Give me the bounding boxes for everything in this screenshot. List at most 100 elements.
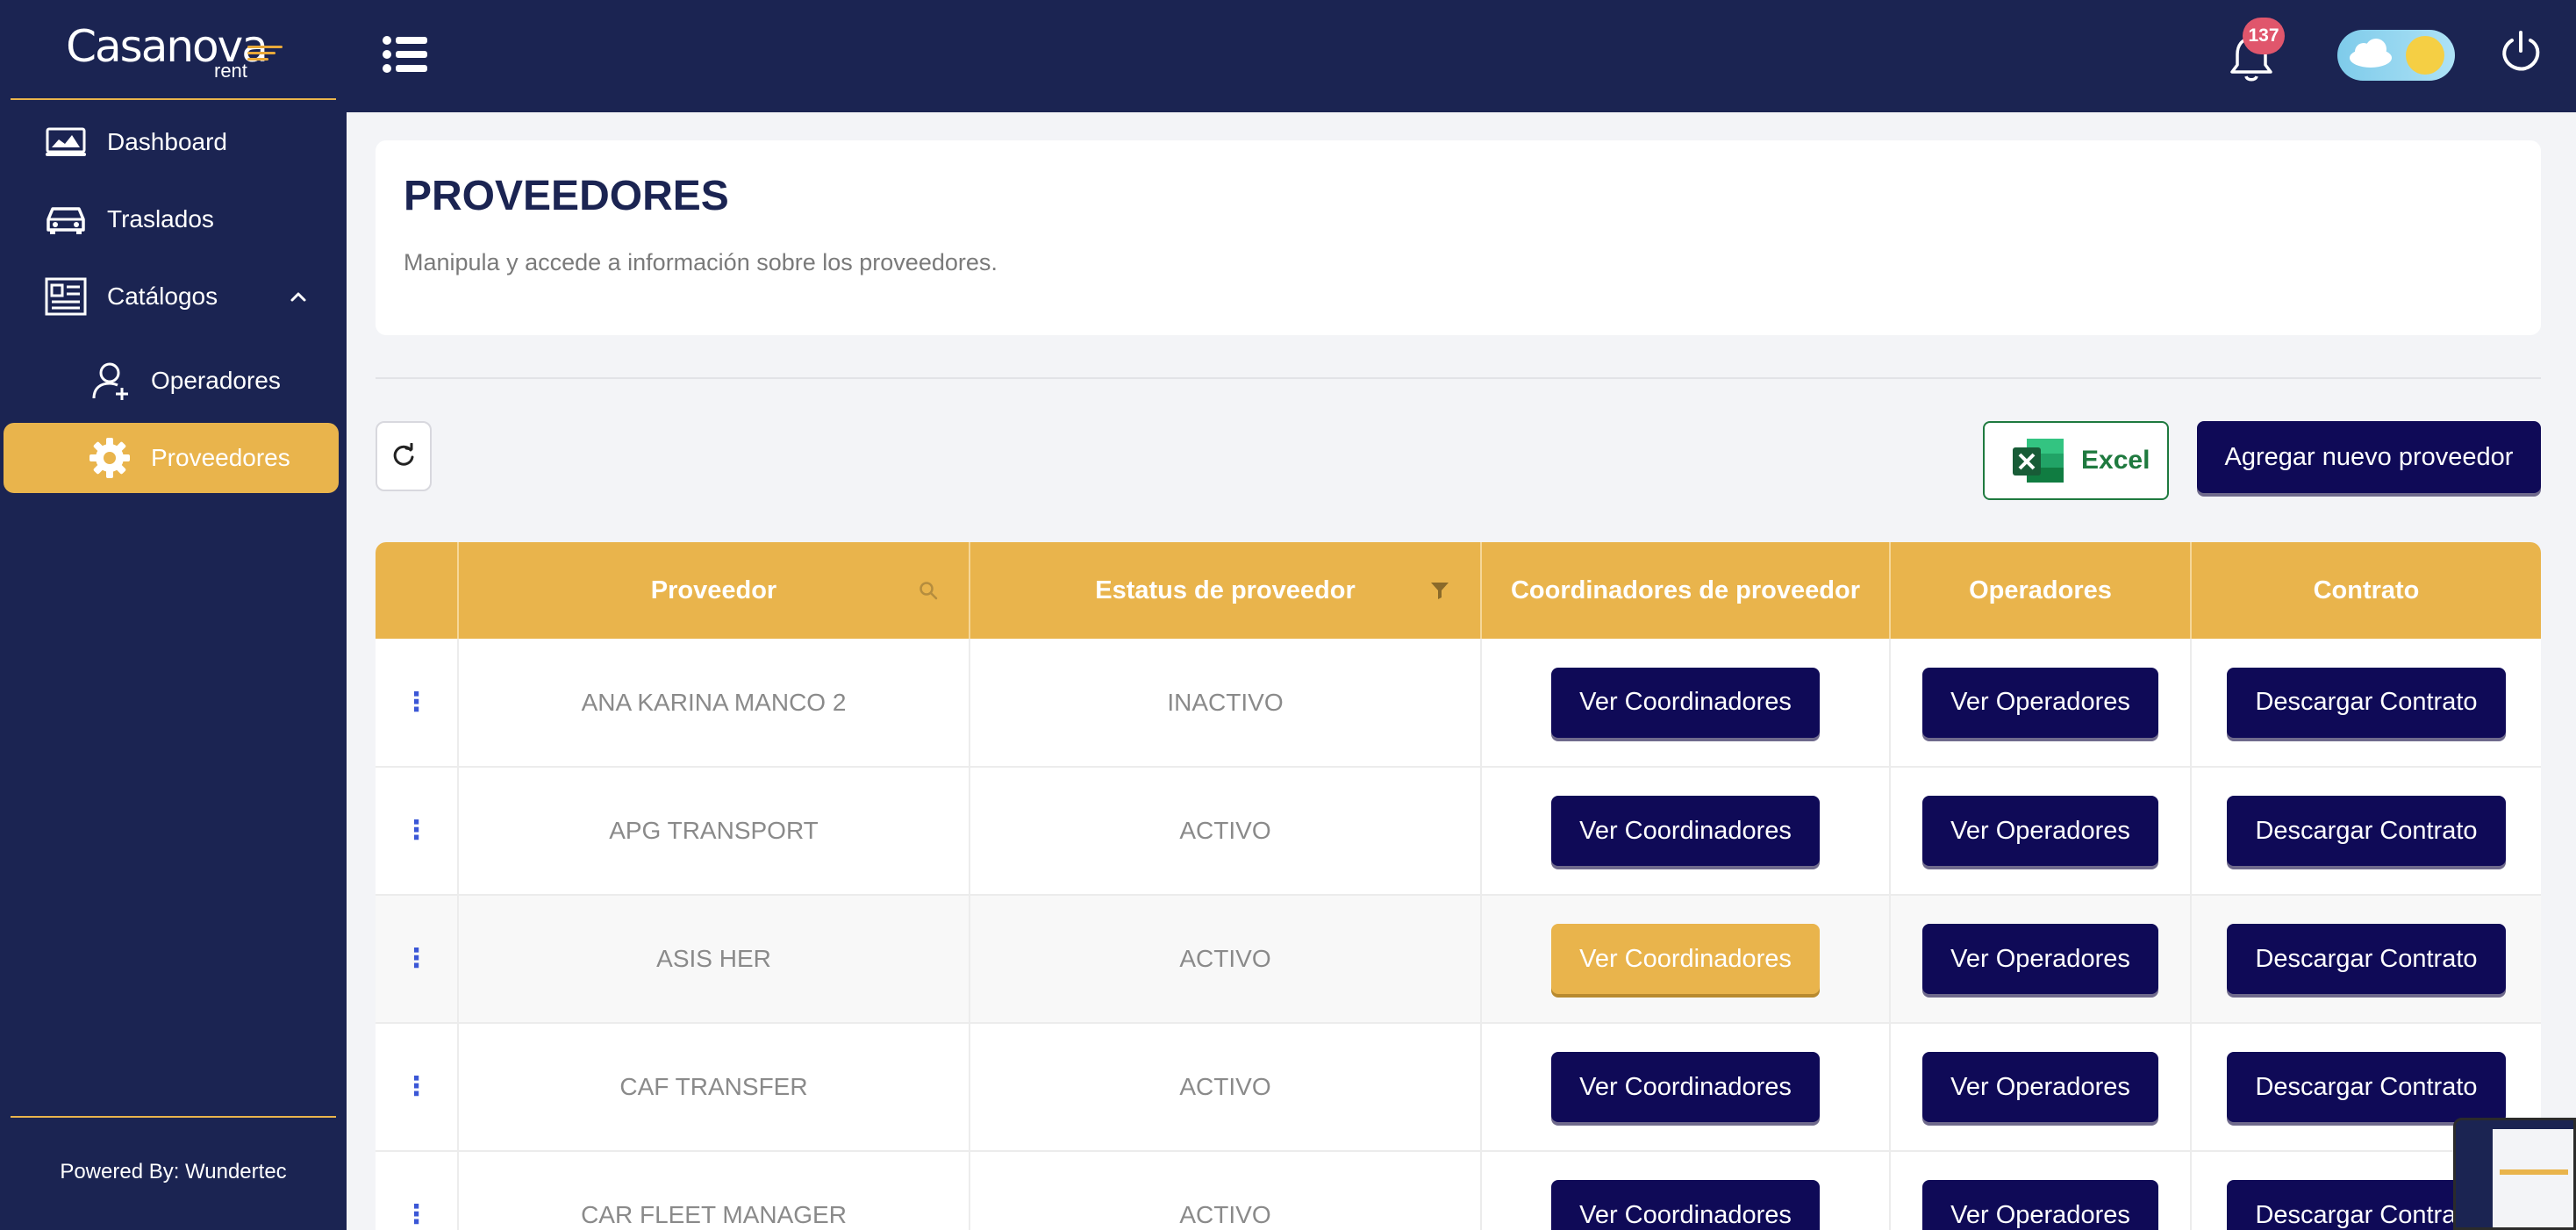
divider <box>11 1116 336 1118</box>
notification-badge: 137 <box>2243 18 2285 54</box>
provider-name-cell: CAR FLEET MANAGER <box>458 1151 970 1230</box>
coordinators-cell: Ver Coordinadores <box>1481 895 1891 1024</box>
view-operators-button[interactable]: Ver Operadores <box>1922 796 2158 866</box>
screen-preview-thumbnail[interactable] <box>2453 1118 2576 1230</box>
menu-list-icon[interactable] <box>382 33 429 75</box>
chevron-up-icon[interactable] <box>285 283 311 310</box>
car-icon <box>44 202 88 237</box>
gear-icon <box>88 438 132 478</box>
contract-cell: Descargar Contrato <box>2191 767 2541 896</box>
column-header-estatus[interactable]: Estatus de proveedor <box>970 542 1482 639</box>
sidebar-item-proveedores[interactable]: Proveedores <box>4 423 339 493</box>
provider-status-cell: ACTIVO <box>970 895 1482 1024</box>
download-contract-button[interactable]: Descargar Contrato <box>2227 667 2506 738</box>
sidebar-item-label: Operadores <box>151 367 281 394</box>
powered-by: Powered By: Wundertec <box>60 1160 287 1184</box>
more-vertical-icon[interactable]: ⋮ <box>404 688 430 717</box>
column-header-label: Proveedor <box>650 576 777 604</box>
sidebar-item-label: Dashboard <box>107 128 227 155</box>
preview-row <box>2500 1169 2568 1175</box>
coordinators-cell: Ver Coordinadores <box>1481 1151 1891 1230</box>
provider-status-cell: INACTIVO <box>970 639 1482 768</box>
download-contract-button[interactable]: Descargar Contrato <box>2227 1052 2506 1122</box>
download-contract-button[interactable]: Descargar Contrato <box>2227 924 2506 994</box>
table-row: ⋮ CAF TRANSFER ACTIVO Ver Coordinadores … <box>376 1023 2541 1152</box>
refresh-button[interactable] <box>376 421 432 491</box>
coordinators-cell: Ver Coordinadores <box>1481 767 1891 896</box>
view-coordinators-button[interactable]: Ver Coordinadores <box>1551 796 1820 866</box>
view-coordinators-button[interactable]: Ver Coordinadores <box>1551 1180 1820 1230</box>
view-coordinators-button[interactable]: Ver Coordinadores <box>1551 1052 1820 1122</box>
more-vertical-icon[interactable]: ⋮ <box>404 944 430 973</box>
add-provider-button[interactable]: Agregar nuevo proveedor <box>2197 421 2541 493</box>
column-header-contrato: Contrato <box>2191 542 2541 639</box>
preview-sidebar <box>2456 1120 2493 1227</box>
row-actions-cell: ⋮ <box>376 895 459 1024</box>
table-row: ⋮ ASIS HER ACTIVO Ver Coordinadores Ver … <box>376 895 2541 1024</box>
logo-lines <box>247 46 283 64</box>
operators-cell: Ver Operadores <box>1890 1151 2192 1230</box>
sidebar-item-label: Proveedores <box>151 444 290 471</box>
sidebar: Casanova rent Dashboard Traslados Catálo… <box>0 0 347 1230</box>
column-header-operadores: Operadores <box>1890 542 2192 639</box>
row-actions-cell: ⋮ <box>376 1023 459 1152</box>
page-title: PROVEEDORES <box>404 173 729 219</box>
sidebar-item-catalogos[interactable]: Catálogos <box>0 261 347 332</box>
row-actions-cell: ⋮ <box>376 1151 459 1230</box>
operators-cell: Ver Operadores <box>1890 1023 2192 1152</box>
view-operators-button[interactable]: Ver Operadores <box>1922 1052 2158 1122</box>
sidebar-item-operadores[interactable]: Operadores <box>0 346 347 416</box>
sidebar-item-label: Catálogos <box>107 282 218 310</box>
filter-icon[interactable] <box>1429 579 1450 600</box>
excel-icon <box>2013 439 2064 483</box>
contract-cell: Descargar Contrato <box>2191 895 2541 1024</box>
page-subtitle: Manipula y accede a información sobre lo… <box>404 249 998 275</box>
dashboard-icon <box>44 125 88 160</box>
row-actions-cell: ⋮ <box>376 639 459 768</box>
view-coordinators-button[interactable]: Ver Coordinadores <box>1551 667 1820 738</box>
divider <box>11 98 336 100</box>
sidebar-item-traslados[interactable]: Traslados <box>0 184 347 254</box>
cloud-icon <box>2350 39 2392 68</box>
table-row: ⋮ ANA KARINA MANCO 2 INACTIVO Ver Coordi… <box>376 639 2541 768</box>
more-vertical-icon[interactable]: ⋮ <box>404 1200 430 1229</box>
view-operators-button[interactable]: Ver Operadores <box>1922 667 2158 738</box>
catalog-icon <box>44 277 88 316</box>
coordinators-cell: Ver Coordinadores <box>1481 1023 1891 1152</box>
coordinators-cell: Ver Coordinadores <box>1481 639 1891 768</box>
column-header-label: Estatus de proveedor <box>1095 576 1356 604</box>
operators-cell: Ver Operadores <box>1890 895 2192 1024</box>
more-vertical-icon[interactable]: ⋮ <box>404 1072 430 1101</box>
column-header-actions <box>376 542 459 639</box>
column-header-proveedor[interactable]: Proveedor <box>458 542 970 639</box>
preview-content <box>2493 1129 2573 1227</box>
row-actions-cell: ⋮ <box>376 767 459 896</box>
excel-export-button[interactable]: Excel <box>1983 421 2169 500</box>
view-operators-button[interactable]: Ver Operadores <box>1922 1180 2158 1230</box>
excel-label: Excel <box>2081 446 2150 475</box>
table-row: ⋮ CAR FLEET MANAGER ACTIVO Ver Coordinad… <box>376 1151 2541 1230</box>
provider-name-cell: CAF TRANSFER <box>458 1023 970 1152</box>
table-row: ⋮ APG TRANSPORT ACTIVO Ver Coordinadores… <box>376 767 2541 896</box>
provider-name-cell: APG TRANSPORT <box>458 767 970 896</box>
provider-status-cell: ACTIVO <box>970 1023 1482 1152</box>
more-vertical-icon[interactable]: ⋮ <box>404 816 430 845</box>
search-icon[interactable] <box>918 579 939 600</box>
logo[interactable]: Casanova rent <box>0 0 347 100</box>
operators-cell: Ver Operadores <box>1890 767 2192 896</box>
theme-toggle[interactable] <box>2337 30 2455 81</box>
refresh-icon <box>393 443 414 466</box>
sidebar-item-dashboard[interactable]: Dashboard <box>0 107 347 177</box>
sun-icon <box>2406 36 2444 75</box>
provider-status-cell: ACTIVO <box>970 1151 1482 1230</box>
sidebar-item-label: Traslados <box>107 205 214 232</box>
divider <box>376 377 2541 379</box>
view-coordinators-button[interactable]: Ver Coordinadores <box>1551 924 1820 994</box>
download-contract-button[interactable]: Descargar Contrato <box>2227 796 2506 866</box>
table-header-row: Proveedor Estatus de proveedor Coordinad… <box>376 542 2541 639</box>
power-icon[interactable] <box>2499 30 2543 74</box>
providers-table: Proveedor Estatus de proveedor Coordinad… <box>376 542 2541 1230</box>
page-header-card: PROVEEDORES Manipula y accede a informac… <box>376 140 2541 335</box>
provider-name-cell: ANA KARINA MANCO 2 <box>458 639 970 768</box>
view-operators-button[interactable]: Ver Operadores <box>1922 924 2158 994</box>
